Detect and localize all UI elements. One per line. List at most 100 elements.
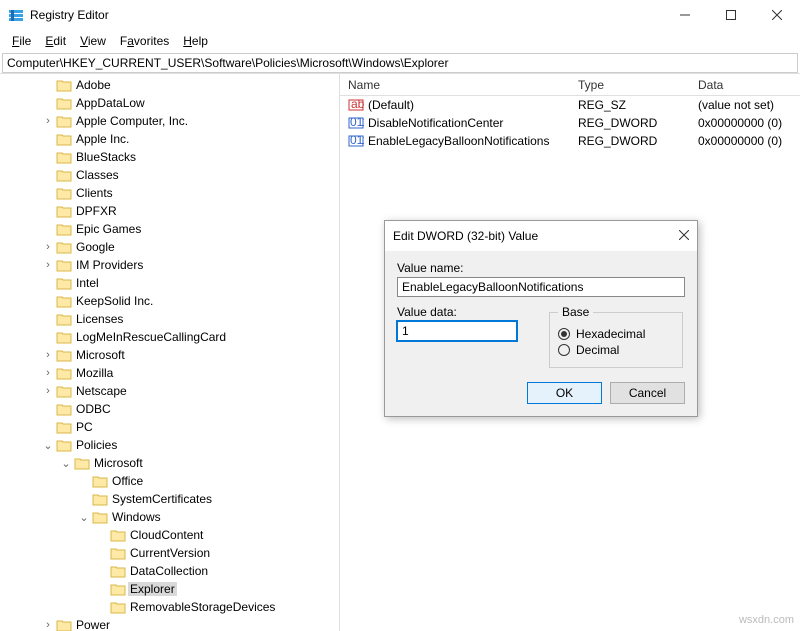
tree-label: Epic Games [74,222,143,236]
folder-icon [92,491,108,507]
chevron-right-icon[interactable]: › [40,115,56,127]
tree-item[interactable]: PC [0,418,339,436]
tree-item[interactable]: Intel [0,274,339,292]
value-data-input[interactable] [397,321,517,341]
folder-icon [92,473,108,489]
tree-view[interactable]: Adobe AppDataLow › Apple Computer, Inc. Appl… [0,74,340,631]
radio-hexadecimal[interactable]: Hexadecimal [558,327,674,341]
tree-item[interactable]: Adobe [0,76,339,94]
tree-item[interactable]: KeepSolid Inc. [0,292,339,310]
tree-item[interactable]: Apple Inc. [0,130,339,148]
close-button[interactable] [754,0,800,30]
tree-label: Netscape [74,384,129,398]
tree-item[interactable]: CurrentVersion [0,544,339,562]
value-data: 0x00000000 (0) [698,116,800,130]
maximize-button[interactable] [708,0,754,30]
chevron-down-icon[interactable]: ⌄ [40,439,56,452]
tree-item[interactable]: › Apple Computer, Inc. [0,112,339,130]
folder-icon [56,203,72,219]
menu-file[interactable]: File [6,32,37,50]
chevron-right-icon[interactable]: › [40,385,56,397]
menu-favorites[interactable]: Favorites [114,32,175,50]
tree-label: AppDataLow [74,96,147,110]
tree-label: Licenses [74,312,125,326]
tree-label: LogMeInRescueCallingCard [74,330,228,344]
tree-item[interactable]: › Netscape [0,382,339,400]
tree-item[interactable]: AppDataLow [0,94,339,112]
tree-label: Apple Computer, Inc. [74,114,190,128]
value-name: (Default) [368,98,578,112]
tree-item[interactable]: › Power [0,616,339,631]
folder-icon [56,365,72,381]
chevron-down-icon[interactable]: ⌄ [76,511,92,524]
chevron-right-icon[interactable]: › [40,367,56,379]
menu-help[interactable]: Help [177,32,214,50]
tree-item[interactable]: DataCollection [0,562,339,580]
tree-item[interactable]: › Microsoft [0,346,339,364]
tree-item[interactable]: Explorer [0,580,339,598]
tree-item[interactable]: ›Mozilla [0,364,339,382]
value-row[interactable]: 011EnableLegacyBalloonNotificationsREG_D… [340,132,800,150]
tree-item[interactable]: Licenses [0,310,339,328]
folder-icon [56,347,72,363]
tree-item[interactable]: ⌄ Policies [0,436,339,454]
column-type[interactable]: Type [578,78,698,92]
tree-item[interactable]: DPFXR [0,202,339,220]
tree-label: Clients [74,186,115,200]
value-data: 0x00000000 (0) [698,134,800,148]
tree-label: PC [74,420,95,434]
tree-item[interactable]: BlueStacks [0,148,339,166]
tree-item[interactable]: Clients [0,184,339,202]
address-bar[interactable]: Computer\HKEY_CURRENT_USER\Software\Poli… [2,53,798,73]
value-name-input[interactable] [397,277,685,297]
folder-icon [74,455,90,471]
column-data[interactable]: Data [698,78,800,92]
column-name[interactable]: Name [348,78,578,92]
folder-icon [56,617,72,631]
radio-decimal[interactable]: Decimal [558,343,674,357]
tree-label: Microsoft [74,348,127,362]
chevron-right-icon[interactable]: › [40,241,56,253]
tree-label: Policies [74,438,119,452]
tree-item[interactable]: ⌄Windows [0,508,339,526]
ok-button[interactable]: OK [527,382,602,404]
base-legend: Base [558,305,593,319]
tree-item[interactable]: Classes [0,166,339,184]
tree-label: Power [74,618,112,631]
chevron-right-icon[interactable]: › [40,349,56,361]
cancel-button[interactable]: Cancel [610,382,685,404]
value-row[interactable]: ab(Default)REG_SZ(value not set) [340,96,800,114]
tree-item[interactable]: Office [0,472,339,490]
tree-label: DPFXR [74,204,119,218]
value-type: REG_SZ [578,98,698,112]
tree-label: Adobe [74,78,113,92]
tree-item[interactable]: RemovableStorageDevices [0,598,339,616]
value-icon: ab [348,97,364,113]
folder-icon [56,131,72,147]
minimize-button[interactable] [662,0,708,30]
value-icon: 011 [348,115,364,131]
value-row[interactable]: 011DisableNotificationCenterREG_DWORD0x0… [340,114,800,132]
tree-label: Intel [74,276,101,290]
chevron-right-icon[interactable]: › [40,259,56,271]
tree-item[interactable]: Epic Games [0,220,339,238]
folder-icon [56,401,72,417]
tree-item[interactable]: ODBC [0,400,339,418]
dialog-close-button[interactable] [679,229,689,243]
tree-label: Apple Inc. [74,132,131,146]
value-name: EnableLegacyBalloonNotifications [368,134,578,148]
tree-item[interactable]: SystemCertificates [0,490,339,508]
tree-item[interactable]: LogMeInRescueCallingCard [0,328,339,346]
value-icon: 011 [348,133,364,149]
tree-label: BlueStacks [74,150,138,164]
tree-label: KeepSolid Inc. [74,294,155,308]
folder-icon [110,599,126,615]
chevron-right-icon[interactable]: › [40,619,56,631]
tree-item[interactable]: CloudContent [0,526,339,544]
tree-item[interactable]: ›IM Providers [0,256,339,274]
tree-item[interactable]: ⌄Microsoft [0,454,339,472]
tree-item[interactable]: ›Google [0,238,339,256]
chevron-down-icon[interactable]: ⌄ [58,457,74,470]
menu-view[interactable]: View [74,32,112,50]
menu-edit[interactable]: Edit [39,32,72,50]
